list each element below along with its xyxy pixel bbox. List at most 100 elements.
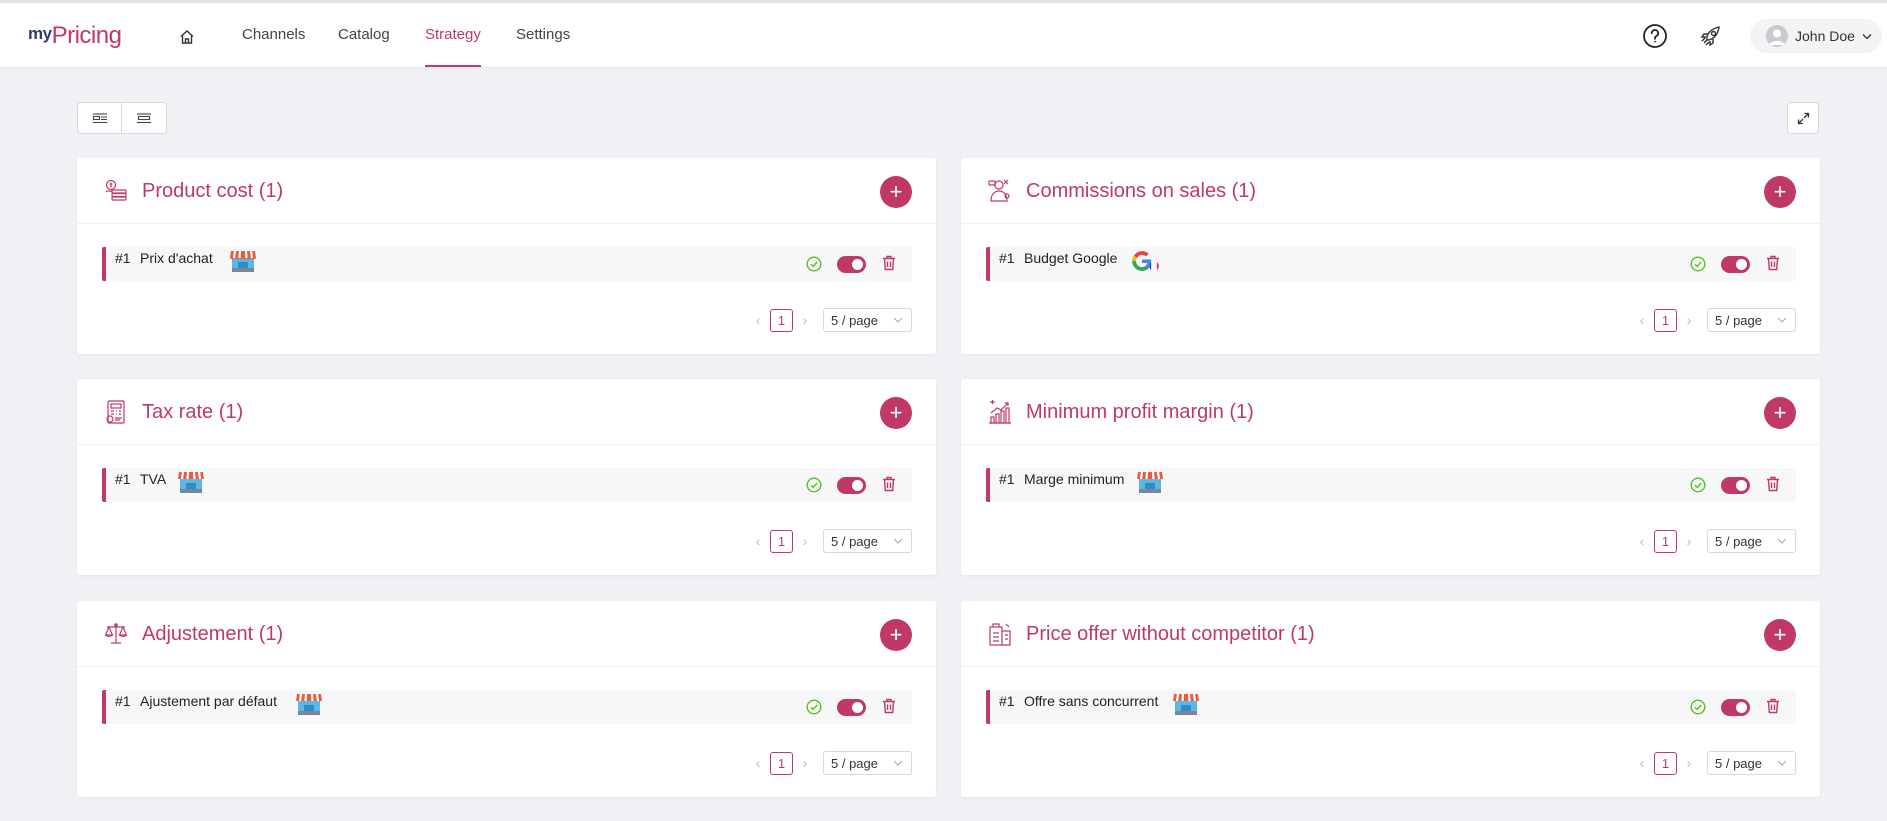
- prev-page-icon[interactable]: ‹: [750, 533, 766, 549]
- store-icon: [1136, 469, 1163, 495]
- rule-number: #1: [999, 693, 1015, 709]
- prev-page-icon[interactable]: ‹: [1634, 312, 1650, 328]
- active-check-icon[interactable]: [1690, 477, 1706, 493]
- rule-toggle[interactable]: [1721, 256, 1750, 273]
- pagination: ‹ 1 › 5 / page: [750, 308, 912, 332]
- avatar: [1766, 25, 1788, 47]
- commission-icon: [987, 178, 1013, 204]
- active-check-icon[interactable]: [1690, 256, 1706, 272]
- card-title: Adjustement (1): [142, 623, 284, 645]
- rule-toggle[interactable]: [837, 256, 866, 273]
- rule-row[interactable]: #1 Offre sans concurrent: [986, 690, 1796, 724]
- add-rule-button[interactable]: +: [1764, 397, 1796, 429]
- add-rule-button[interactable]: +: [1764, 619, 1796, 651]
- question-circle-icon[interactable]: [1641, 22, 1669, 50]
- next-page-icon[interactable]: ›: [797, 533, 813, 549]
- active-check-icon[interactable]: [1690, 699, 1706, 715]
- prev-page-icon[interactable]: ‹: [750, 755, 766, 771]
- rule-toggle[interactable]: [837, 699, 866, 716]
- card-title: Tax rate (1): [142, 401, 244, 423]
- page-size-select[interactable]: 5 / page: [1707, 751, 1796, 775]
- page-number[interactable]: 1: [770, 308, 793, 332]
- trash-icon[interactable]: [882, 476, 896, 492]
- chevron-down-icon: [893, 317, 903, 323]
- page-number[interactable]: 1: [1654, 529, 1677, 553]
- view-toggle: [77, 102, 167, 134]
- chevron-down-icon: [1777, 760, 1787, 766]
- card-commissions-on-sales: Commissions on sales (1) + #1 Budget Goo…: [961, 158, 1820, 354]
- page-number[interactable]: 1: [770, 529, 793, 553]
- trash-icon[interactable]: [882, 255, 896, 271]
- page-number[interactable]: 1: [770, 751, 793, 775]
- prev-page-icon[interactable]: ‹: [750, 312, 766, 328]
- single-column-view-button[interactable]: [122, 102, 167, 134]
- nav-channels[interactable]: Channels: [242, 3, 305, 67]
- card-title: Product cost (1): [142, 180, 284, 202]
- expand-icon: [1797, 112, 1809, 124]
- active-check-icon[interactable]: [806, 256, 822, 272]
- rule-name: Offre sans concurrent: [1024, 693, 1159, 709]
- card-header: Price offer without competitor (1) +: [961, 601, 1820, 667]
- add-rule-button[interactable]: +: [880, 397, 912, 429]
- trash-icon[interactable]: [1766, 255, 1780, 271]
- next-page-icon[interactable]: ›: [797, 755, 813, 771]
- store-icon: [295, 691, 322, 717]
- add-rule-button[interactable]: +: [880, 619, 912, 651]
- prev-page-icon[interactable]: ‹: [1634, 755, 1650, 771]
- chevron-down-icon: [1777, 317, 1787, 323]
- page-size-value: 5 / page: [831, 755, 878, 771]
- page-number[interactable]: 1: [1654, 308, 1677, 332]
- expand-button[interactable]: [1787, 102, 1819, 134]
- page-size-select[interactable]: 5 / page: [1707, 308, 1796, 332]
- page-size-select[interactable]: 5 / page: [823, 308, 912, 332]
- card-header: Minimum profit margin (1) +: [961, 379, 1820, 445]
- next-page-icon[interactable]: ›: [1681, 312, 1697, 328]
- active-check-icon[interactable]: [806, 699, 822, 715]
- chevron-down-icon: [893, 760, 903, 766]
- page-size-select[interactable]: 5 / page: [1707, 529, 1796, 553]
- nav-strategy[interactable]: Strategy: [425, 3, 481, 67]
- rule-row[interactable]: #1 Prix d'achat: [102, 247, 912, 281]
- active-check-icon[interactable]: [806, 477, 822, 493]
- rule-number: #1: [115, 250, 131, 266]
- pagination: ‹ 1 › 5 / page: [1634, 529, 1796, 553]
- page-number[interactable]: 1: [1654, 751, 1677, 775]
- rule-row[interactable]: #1 Ajustement par défaut: [102, 690, 912, 724]
- rule-toggle[interactable]: [837, 477, 866, 494]
- store-icon: [1172, 691, 1199, 717]
- next-page-icon[interactable]: ›: [1681, 755, 1697, 771]
- two-column-view-button[interactable]: [77, 102, 122, 134]
- trash-icon[interactable]: [882, 698, 896, 714]
- top-navbar: myPricing Channels Catalog Strategy Sett…: [0, 3, 1887, 67]
- rule-row[interactable]: #1 Budget Google: [986, 247, 1796, 281]
- add-rule-button[interactable]: +: [880, 176, 912, 208]
- rule-row[interactable]: #1 Marge minimum: [986, 468, 1796, 502]
- add-rule-button[interactable]: +: [1764, 176, 1796, 208]
- nav-catalog[interactable]: Catalog: [338, 3, 390, 67]
- google-france-icon: [1130, 248, 1159, 274]
- rule-name: Budget Google: [1024, 250, 1118, 266]
- next-page-icon[interactable]: ›: [797, 312, 813, 328]
- home-icon[interactable]: [176, 26, 198, 48]
- card-minimum-profit-margin: Minimum profit margin (1) + #1 Marge min…: [961, 379, 1820, 575]
- price-tag-icon: [987, 621, 1013, 647]
- trash-icon[interactable]: [1766, 476, 1780, 492]
- rule-toggle[interactable]: [1721, 699, 1750, 716]
- user-menu[interactable]: John Doe: [1750, 19, 1882, 53]
- page-size-value: 5 / page: [1715, 312, 1762, 328]
- store-icon: [177, 469, 204, 495]
- card-title: Minimum profit margin (1): [1026, 401, 1254, 423]
- page-size-select[interactable]: 5 / page: [823, 529, 912, 553]
- rule-row[interactable]: #1 TVA: [102, 468, 912, 502]
- card-product-cost: Product cost (1) + #1 Prix d'achat ‹ 1 ›…: [77, 158, 936, 354]
- balance-scale-icon: [103, 621, 129, 647]
- trash-icon[interactable]: [1766, 698, 1780, 714]
- rocket-icon[interactable]: [1697, 22, 1725, 50]
- next-page-icon[interactable]: ›: [1681, 533, 1697, 549]
- tax-rate-icon: [103, 399, 129, 425]
- rule-toggle[interactable]: [1721, 477, 1750, 494]
- page-size-select[interactable]: 5 / page: [823, 751, 912, 775]
- nav-settings[interactable]: Settings: [516, 3, 570, 67]
- logo[interactable]: myPricing: [28, 22, 122, 50]
- prev-page-icon[interactable]: ‹: [1634, 533, 1650, 549]
